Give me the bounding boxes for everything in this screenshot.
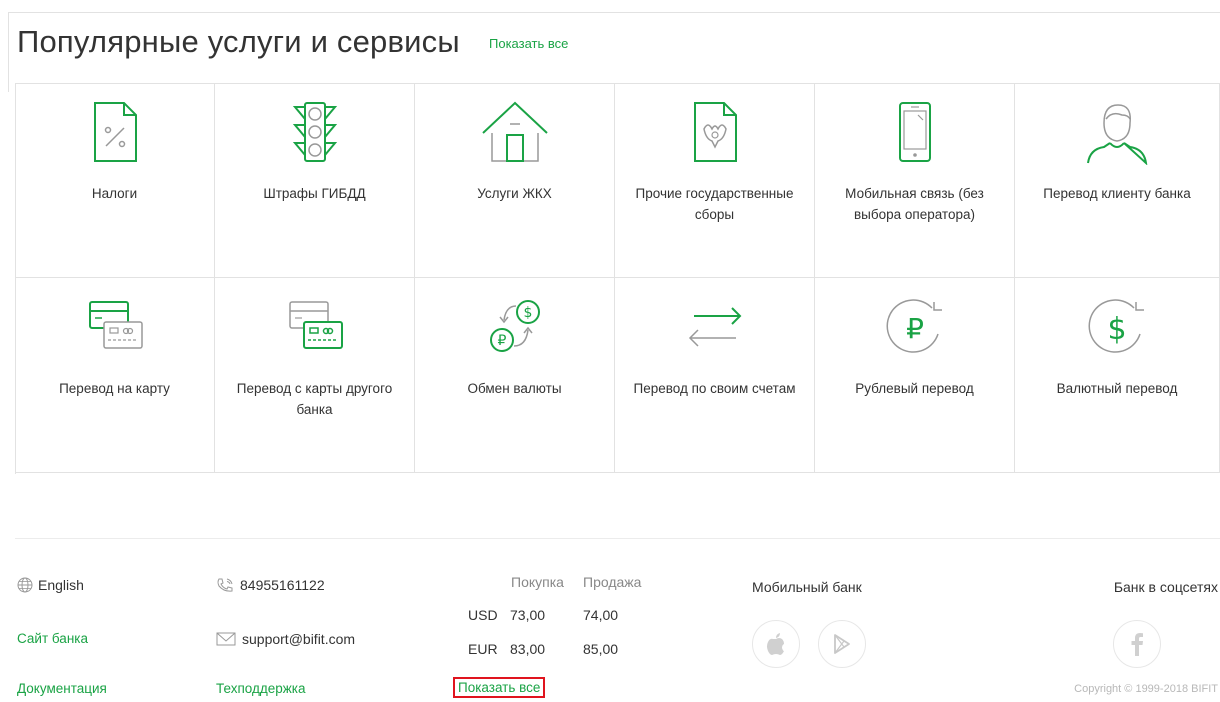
- service-ruble-transfer[interactable]: ₽ Рублевый перевод: [815, 278, 1015, 473]
- dollar-icon: $: [1088, 299, 1144, 353]
- app-store-button[interactable]: [752, 620, 800, 668]
- page-frame-top: [8, 12, 1220, 13]
- service-mobile[interactable]: Мобильная связь (без выбора оператора): [815, 83, 1015, 278]
- service-label: Перевод по своим счетам: [633, 381, 796, 396]
- service-label: Штрафы ГИБДД: [263, 186, 366, 201]
- svg-text:$: $: [1107, 312, 1126, 347]
- person-icon: [1087, 104, 1148, 165]
- rate-buy: 83,00: [510, 641, 546, 657]
- page-title: Популярные услуги и сервисы: [17, 24, 460, 59]
- facebook-button[interactable]: [1113, 620, 1161, 668]
- rate-sell: 74,00: [583, 607, 619, 623]
- rate-currency: USD: [468, 607, 498, 623]
- phone-contact: 84955161122: [216, 577, 325, 593]
- language-label: English: [38, 577, 84, 593]
- service-currency-transfer[interactable]: $ Валютный перевод: [1015, 278, 1220, 473]
- service-label: Услуги ЖКХ: [477, 186, 552, 201]
- service-taxes[interactable]: Налоги: [15, 83, 215, 278]
- email-contact[interactable]: support@bifit.com: [216, 631, 355, 647]
- svg-text:$: $: [523, 305, 532, 321]
- rate-sell: 85,00: [583, 641, 619, 657]
- mobile-bank-label: Мобильный банк: [752, 579, 862, 595]
- google-play-button[interactable]: [818, 620, 866, 668]
- phone-number: 84955161122: [240, 577, 325, 593]
- footer-divider: [15, 538, 1220, 539]
- card-to-card-icon: [88, 301, 143, 349]
- show-all-services-link[interactable]: Показать все: [489, 36, 568, 51]
- service-card-transfer[interactable]: Перевод на карту: [15, 278, 215, 473]
- email-address: support@bifit.com: [242, 631, 356, 647]
- svg-text:₽: ₽: [497, 333, 506, 349]
- language-switch[interactable]: English: [17, 577, 84, 593]
- service-label: Прочие государственные сборы: [635, 186, 794, 222]
- house-icon: [481, 101, 548, 162]
- service-label: Мобильная связь (без выбора оператора): [845, 186, 984, 222]
- rates-sell-header: Продажа: [583, 574, 642, 590]
- copyright: Copyright © 1999-2018 BIFIT: [1074, 683, 1218, 695]
- tax-document-icon: [93, 102, 137, 162]
- transfer-arrows-icon: [688, 307, 741, 347]
- apple-icon: [767, 633, 784, 655]
- service-label: Обмен валюты: [467, 381, 562, 396]
- service-traffic-fines[interactable]: Штрафы ГИБДД: [215, 83, 415, 278]
- service-own-accounts[interactable]: Перевод по своим счетам: [615, 278, 815, 473]
- service-label: Перевод на карту: [59, 381, 170, 396]
- card-from-card-icon: [288, 301, 343, 349]
- globe-icon: [17, 577, 33, 593]
- service-label: Налоги: [91, 186, 138, 201]
- support-link[interactable]: Техподдержка: [216, 681, 305, 696]
- service-client-transfer[interactable]: Перевод клиенту банка: [1015, 83, 1220, 278]
- currency-exchange-icon: $ ₽: [489, 300, 540, 352]
- rate-currency: EUR: [468, 641, 498, 657]
- ruble-icon: ₽: [886, 299, 942, 353]
- social-label: Банк в соцсетях: [1113, 579, 1218, 595]
- service-card-from-other-bank[interactable]: Перевод с карты другого банка: [215, 278, 415, 473]
- phone-icon: [217, 578, 233, 592]
- service-currency-exchange[interactable]: $ ₽ Обмен валюты: [415, 278, 615, 473]
- service-label: Рублевый перевод: [855, 381, 974, 396]
- traffic-light-icon: [292, 102, 337, 162]
- state-emblem-document-icon: [693, 102, 737, 162]
- mobile-phone-icon: [898, 102, 931, 162]
- service-utilities[interactable]: Услуги ЖКХ: [415, 83, 615, 278]
- rates-buy-header: Покупка: [511, 574, 564, 590]
- mail-icon: [216, 632, 236, 646]
- show-all-rates-link[interactable]: Показать все: [453, 677, 546, 698]
- services-grid: Налоги Штрафы ГИБДД Услуги ЖКХ Прочие го…: [15, 83, 1220, 474]
- documentation-link[interactable]: Документация: [17, 681, 107, 696]
- bank-site-link[interactable]: Сайт банка: [17, 631, 88, 646]
- page-frame-left: [8, 12, 9, 92]
- rate-buy: 73,00: [510, 607, 546, 623]
- service-state-fees[interactable]: Прочие государственные сборы: [615, 83, 815, 278]
- service-label: Валютный перевод: [1056, 381, 1178, 396]
- facebook-icon: [1131, 633, 1143, 656]
- play-store-icon: [834, 634, 850, 654]
- service-label: Перевод с карты другого банка: [236, 381, 393, 417]
- svg-text:₽: ₽: [906, 312, 924, 345]
- service-label: Перевод клиенту банка: [1043, 186, 1191, 201]
